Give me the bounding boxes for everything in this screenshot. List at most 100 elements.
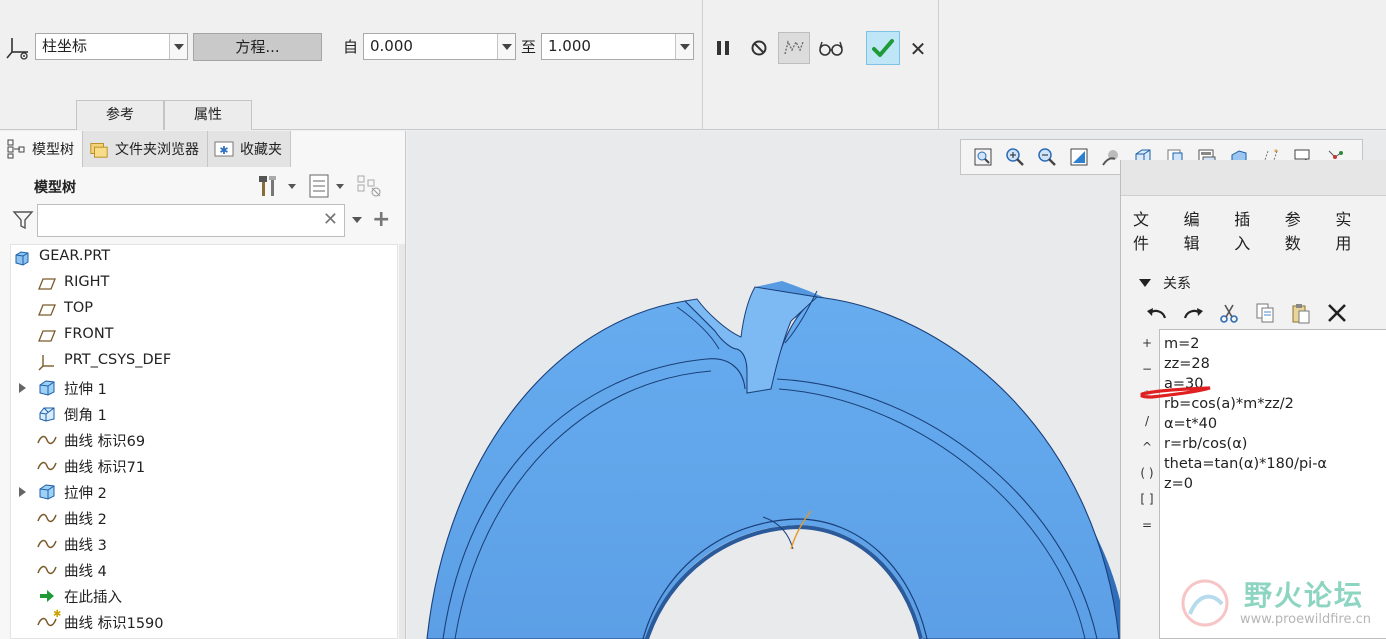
no-preview-icon[interactable]	[743, 32, 775, 64]
equation-button[interactable]: 方程...	[193, 33, 322, 61]
expand-arrow-icon[interactable]	[19, 487, 26, 497]
chevron-down-icon[interactable]	[169, 34, 187, 59]
relation-line[interactable]: α=t*40	[1164, 414, 1217, 434]
menu-parameters[interactable]: 参数	[1285, 206, 1316, 254]
tree-scrollbar[interactable]	[399, 244, 405, 639]
operator-button[interactable]: ^	[1135, 434, 1159, 460]
ok-check-icon[interactable]	[866, 31, 900, 65]
dialog-title-bar[interactable]	[1121, 160, 1386, 196]
delete-icon[interactable]	[1319, 299, 1355, 327]
tree-item[interactable]: ✱ 曲线 标识1590	[11, 609, 391, 635]
repaint-icon[interactable]	[1063, 143, 1095, 171]
coordinate-type-select[interactable]: 柱坐标	[35, 33, 188, 60]
tab-references[interactable]: 参考	[76, 100, 164, 130]
tree-item[interactable]: GEAR.PRT	[11, 245, 391, 271]
zoom-out-icon[interactable]	[1031, 143, 1063, 171]
menu-file[interactable]: 文件	[1133, 206, 1164, 254]
chevron-down-icon[interactable]	[336, 183, 344, 189]
menu-utilities[interactable]: 实用	[1335, 206, 1366, 254]
hide-items-icon[interactable]	[356, 174, 382, 198]
csys-icon	[36, 352, 58, 372]
relation-line[interactable]: z=0	[1164, 474, 1193, 494]
tree-item-label: 曲线 标识1590	[64, 616, 164, 632]
tree-item[interactable]: TOP	[11, 297, 391, 323]
tab-model-tree[interactable]: 模型树	[0, 131, 83, 167]
navigator-tabs: 模型树 文件夹浏览器 ✱ 收藏夹	[0, 131, 291, 167]
model-tree-title: 模型树	[34, 180, 76, 196]
relation-line[interactable]: theta=tan(α)*180/pi-α	[1164, 454, 1327, 474]
chevron-down-icon[interactable]	[352, 217, 362, 223]
expand-arrow-icon[interactable]	[19, 383, 26, 393]
tree-item[interactable]: 在此插入	[11, 583, 391, 609]
to-value-input[interactable]: 1.000	[541, 33, 694, 60]
tree-item[interactable]: FRONT	[11, 323, 391, 349]
tree-item[interactable]: 曲线 3	[11, 531, 391, 557]
from-value-input[interactable]: 0.000	[363, 33, 516, 60]
tree-item[interactable]: 倒角 1	[11, 401, 391, 427]
tree-item-label: 曲线 标识69	[64, 434, 146, 450]
curve-icon	[36, 560, 58, 580]
tree-item-label: 曲线 3	[64, 538, 107, 554]
menu-edit[interactable]: 编辑	[1184, 206, 1215, 254]
chevron-down-icon[interactable]	[288, 183, 296, 189]
tree-item-label: PRT_CSYS_DEF	[64, 352, 172, 368]
tree-item[interactable]: RIGHT	[11, 271, 391, 297]
add-icon[interactable]: +	[372, 207, 390, 232]
watermark-title: 野火论坛	[1244, 579, 1365, 612]
relations-section-header[interactable]: 关系	[1139, 273, 1191, 293]
navigator-panel: 模型树 文件夹浏览器 ✱ 收藏夹 模型树 ✕ + GEAR.PRT RIGHT …	[0, 131, 406, 639]
insert-here-icon	[36, 586, 58, 606]
datum-plane-icon	[36, 300, 58, 320]
tree-item[interactable]: 曲线 4	[11, 557, 391, 583]
watermark-url: www.proewildfire.cn	[1240, 612, 1371, 627]
glasses-icon[interactable]	[815, 32, 847, 64]
collapse-triangle-icon[interactable]	[1139, 279, 1151, 287]
operator-button[interactable]: /	[1135, 408, 1159, 434]
chevron-down-icon[interactable]	[675, 34, 693, 59]
operator-button[interactable]: [ ]	[1135, 486, 1159, 512]
coordinate-type-value: 柱坐标	[42, 37, 88, 55]
relation-line[interactable]: r=rb/cos(α)	[1164, 434, 1247, 454]
relation-line[interactable]: zz=28	[1164, 354, 1210, 374]
pause-icon[interactable]	[707, 32, 739, 64]
preview-geometry-icon[interactable]	[778, 32, 810, 64]
redo-icon[interactable]	[1175, 299, 1211, 327]
tab-folder-browser[interactable]: 文件夹浏览器	[83, 131, 208, 167]
settings-tools-icon[interactable]	[256, 174, 296, 198]
chevron-down-icon[interactable]	[497, 34, 515, 59]
tree-item[interactable]: 曲线 标识71	[11, 453, 391, 479]
copy-icon[interactable]	[1247, 299, 1283, 327]
extrude-icon	[36, 378, 58, 398]
show-list-icon[interactable]	[308, 174, 344, 198]
zoom-in-icon[interactable]	[999, 143, 1031, 171]
undo-icon[interactable]	[1139, 299, 1175, 327]
tree-item[interactable]: 拉伸 2	[11, 479, 391, 505]
filter-input[interactable]: ✕	[37, 204, 345, 237]
menu-insert[interactable]: 插入	[1234, 206, 1265, 254]
tree-item[interactable]: 曲线 标识69	[11, 427, 391, 453]
cut-icon[interactable]	[1211, 299, 1247, 327]
operator-button[interactable]: ( )	[1135, 460, 1159, 486]
relations-section-label: 关系	[1163, 276, 1191, 292]
watermark-logo-icon	[1181, 579, 1229, 627]
tree-tools	[256, 173, 382, 199]
paste-icon[interactable]	[1283, 299, 1319, 327]
tree-item[interactable]: 拉伸 1	[11, 375, 391, 401]
tab-favorites[interactable]: ✱ 收藏夹	[208, 131, 291, 167]
tree-item-label: 曲线 标识71	[64, 460, 146, 476]
cancel-close-icon[interactable]: ✕	[906, 36, 930, 62]
tree-item-label: 倒角 1	[64, 408, 107, 424]
filter-icon[interactable]	[12, 210, 34, 230]
tree-item[interactable]: 曲线 2	[11, 505, 391, 531]
operator-button[interactable]: =	[1135, 512, 1159, 538]
tree-item[interactable]: PRT_CSYS_DEF	[11, 349, 391, 375]
favorites-icon: ✱	[214, 139, 234, 159]
control-group	[703, 0, 939, 130]
relation-line[interactable]: m=2	[1164, 334, 1200, 354]
clear-icon[interactable]: ✕	[323, 209, 338, 230]
operator-button[interactable]: +	[1135, 330, 1159, 356]
zoom-fit-icon[interactable]	[967, 143, 999, 171]
tab-properties[interactable]: 属性	[164, 100, 252, 130]
curve-icon	[36, 456, 58, 476]
operator-button[interactable]: −	[1135, 356, 1159, 382]
